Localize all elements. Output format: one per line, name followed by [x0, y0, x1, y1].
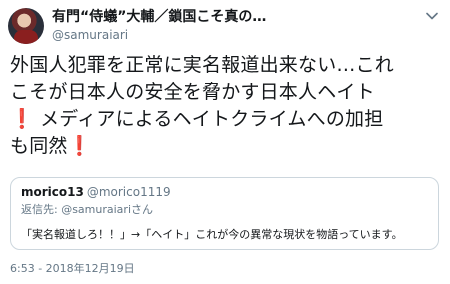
- quoted-author-handle: @morico1119: [86, 185, 171, 199]
- tweet-text-line: こそが日本人の安全を脅かす日本人ヘイト: [10, 81, 375, 103]
- author-display-name[interactable]: 有門“侍蟻”大輔／鎖国こそ真の…: [52, 9, 266, 26]
- tweet-text: 外国人犯罪を正常に実名報道出来ない…これ こそが日本人の安全を脅かす日本人ヘイト…: [10, 52, 442, 160]
- quoted-tweet[interactable]: morico13 @morico1119 返信先: @samuraiariさん 「…: [10, 177, 439, 250]
- exclamation-icon: ❗: [10, 108, 34, 130]
- tweet-text-segment: メディアによるヘイトクライムへの加担: [33, 108, 384, 130]
- quoted-reply-to: 返信先: @samuraiariさん: [21, 203, 153, 216]
- avatar[interactable]: [8, 8, 44, 44]
- tweet-header: 有門“侍蟻”大輔／鎖国こそ真の… @samuraiari: [8, 8, 266, 44]
- tweet-text-segment: も同然: [10, 135, 68, 157]
- chevron-down-icon[interactable]: [426, 12, 438, 20]
- author-handle[interactable]: @samuraiari: [52, 27, 266, 43]
- tweet-text-line: も同然❗: [10, 133, 442, 160]
- tweet-timestamp[interactable]: 6:53 - 2018年12月19日: [10, 262, 135, 276]
- quoted-author-name: morico13: [21, 185, 84, 199]
- exclamation-icon: ❗: [67, 135, 92, 157]
- quoted-tweet-header: morico13 @morico1119: [21, 185, 171, 200]
- author-names: 有門“侍蟻”大輔／鎖国こそ真の… @samuraiari: [52, 8, 266, 43]
- tweet-text-line: ❗ メディアによるヘイトクライムへの加担: [10, 106, 442, 133]
- tweet-text-line: 外国人犯罪を正常に実名報道出来ない…これ: [10, 54, 395, 76]
- quoted-tweet-text: 「実名報道しろ！！」→「ヘイト」これが今の異常な現状を物語っています。: [21, 228, 403, 241]
- tweet-card: 有門“侍蟻”大輔／鎖国こそ真の… @samuraiari 外国人犯罪を正常に実名…: [0, 0, 450, 284]
